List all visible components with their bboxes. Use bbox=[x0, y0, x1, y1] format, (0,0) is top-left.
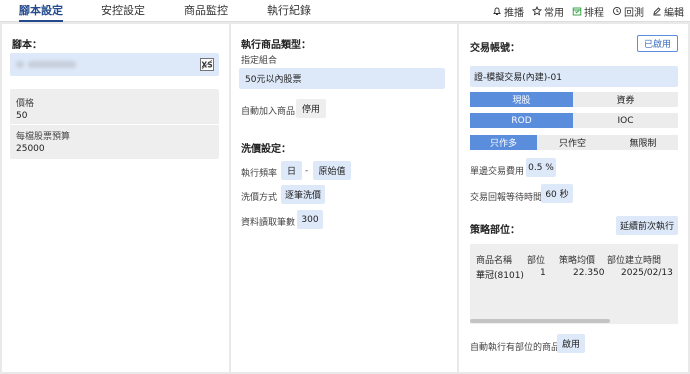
col-position: 部位 bbox=[527, 256, 546, 266]
budget-label: 每檔股票預算 bbox=[16, 132, 71, 142]
fee-input[interactable]: 0.5 % bbox=[526, 158, 556, 177]
script-selector[interactable]: XS bbox=[10, 53, 219, 76]
segment-long-only[interactable]: 只作多 bbox=[470, 135, 537, 150]
backtest-button[interactable]: 回測 bbox=[612, 4, 644, 19]
freq-label: 執行頻率 bbox=[241, 169, 278, 179]
auto-add-toggle[interactable]: 停用 bbox=[296, 99, 326, 118]
col-product-name: 商品名稱 bbox=[476, 256, 513, 266]
schedule-label: 排程 bbox=[584, 7, 604, 19]
cell-position: 1 bbox=[540, 268, 546, 278]
method-select[interactable]: 逐筆洗價 bbox=[281, 185, 325, 204]
bell-icon bbox=[493, 7, 501, 15]
col-open-time: 部位建立時間 bbox=[607, 256, 662, 266]
cell-product: 華冠(8101) bbox=[476, 271, 524, 281]
segment-spot[interactable]: 現股 bbox=[470, 92, 573, 107]
edit-button[interactable]: 編輯 bbox=[652, 4, 684, 19]
push-button[interactable]: 推播 bbox=[492, 4, 524, 19]
params-group: 價格 50 每檔股票預算 25000 bbox=[10, 89, 219, 159]
divider bbox=[10, 124, 219, 125]
position-table: 商品名稱 部位 策略均價 部位建立時間 華冠(8101) 1 22.350 20… bbox=[470, 244, 678, 324]
price-value[interactable]: 50 bbox=[16, 111, 27, 121]
auto-exec-label: 自動執行有部位的商品 bbox=[470, 343, 561, 353]
cell-open-time: 2025/02/13 bbox=[621, 268, 673, 278]
auto-exec-toggle[interactable]: 啟用 bbox=[557, 334, 585, 353]
budget-value[interactable]: 25000 bbox=[16, 144, 45, 154]
calendar-icon bbox=[572, 7, 582, 16]
price-label: 價格 bbox=[16, 99, 35, 109]
freq-mode-select[interactable]: 原始值 bbox=[313, 161, 351, 180]
top-tab-bar: 腳本設定 安控設定 商品監控 執行紀錄 推播 常用 排程 回測 編輯 bbox=[0, 0, 690, 22]
segment-margin[interactable]: 資券 bbox=[573, 92, 678, 107]
wash-title: 洗價設定： bbox=[241, 144, 291, 155]
cell-avg-price: 22.350 bbox=[573, 268, 605, 278]
wait-label: 交易回報等待時間 bbox=[470, 193, 543, 203]
product-type-title: 執行商品類型： bbox=[241, 40, 311, 51]
col-avg-price: 策略均價 bbox=[559, 256, 596, 266]
schedule-button[interactable]: 排程 bbox=[572, 4, 604, 19]
history-icon bbox=[612, 6, 622, 16]
segment-short-only[interactable]: 只作空 bbox=[537, 135, 608, 150]
script-title: 腳本： bbox=[12, 40, 42, 51]
freq-select[interactable]: 日 bbox=[281, 161, 302, 180]
segment-ioc[interactable]: IOC bbox=[573, 113, 678, 128]
auto-add-label: 自動加入商品 bbox=[241, 107, 296, 117]
account-select[interactable]: 證-模擬交易(內建)-01 bbox=[470, 66, 678, 87]
combo-label: 指定組合 bbox=[241, 56, 278, 66]
script-name-redacted-2 bbox=[28, 61, 76, 68]
fee-label: 單邊交易費用 bbox=[470, 167, 525, 177]
script-panel: 腳本： XS 價格 50 每檔股票預算 25000 bbox=[2, 24, 229, 372]
push-label: 推播 bbox=[504, 7, 524, 19]
script-name-redacted bbox=[16, 61, 24, 68]
edit-icon bbox=[653, 7, 661, 16]
account-title: 交易帳號： bbox=[470, 43, 520, 54]
position-title: 策略部位： bbox=[470, 225, 520, 236]
product-panel: 執行商品類型： 指定組合 50元以內股票 自動加入商品 停用 洗價設定： 執行頻… bbox=[231, 24, 457, 372]
tab-risk-settings[interactable]: 安控設定 bbox=[101, 0, 145, 22]
segment-unlimited[interactable]: 無限制 bbox=[608, 135, 678, 150]
continue-previous-button[interactable]: 延續前次執行 bbox=[616, 216, 678, 235]
enabled-button[interactable]: 已啟用 bbox=[637, 35, 678, 52]
method-label: 洗價方式 bbox=[241, 193, 278, 203]
count-label: 資料讀取筆數 bbox=[241, 218, 296, 228]
toolbar: 推播 常用 排程 回測 編輯 bbox=[492, 0, 684, 22]
count-input[interactable]: 300 bbox=[297, 210, 323, 229]
horizontal-scrollbar[interactable] bbox=[470, 319, 610, 323]
table-row[interactable]: 華冠(8101) 1 22.350 2025/02/13 bbox=[470, 266, 678, 281]
tab-script-settings[interactable]: 腳本設定 bbox=[19, 0, 63, 22]
segment-rod[interactable]: ROD bbox=[470, 113, 573, 128]
star-icon bbox=[532, 6, 542, 16]
tab-product-monitor[interactable]: 商品監控 bbox=[184, 0, 228, 22]
wait-input[interactable]: 60 秒 bbox=[541, 184, 573, 203]
favorite-label: 常用 bbox=[544, 7, 564, 19]
backtest-label: 回測 bbox=[624, 7, 644, 19]
edit-label: 編輯 bbox=[664, 7, 684, 19]
favorite-button[interactable]: 常用 bbox=[532, 4, 564, 19]
xs-script-icon[interactable]: XS bbox=[200, 58, 214, 71]
combo-select[interactable]: 50元以內股票 bbox=[239, 68, 445, 89]
freq-separator: - bbox=[305, 166, 309, 176]
tab-execution-log[interactable]: 執行紀錄 bbox=[267, 0, 311, 22]
trade-panel: 交易帳號： 已啟用 證-模擬交易(內建)-01 現股 資券 ROD IOC 只作… bbox=[459, 24, 688, 372]
